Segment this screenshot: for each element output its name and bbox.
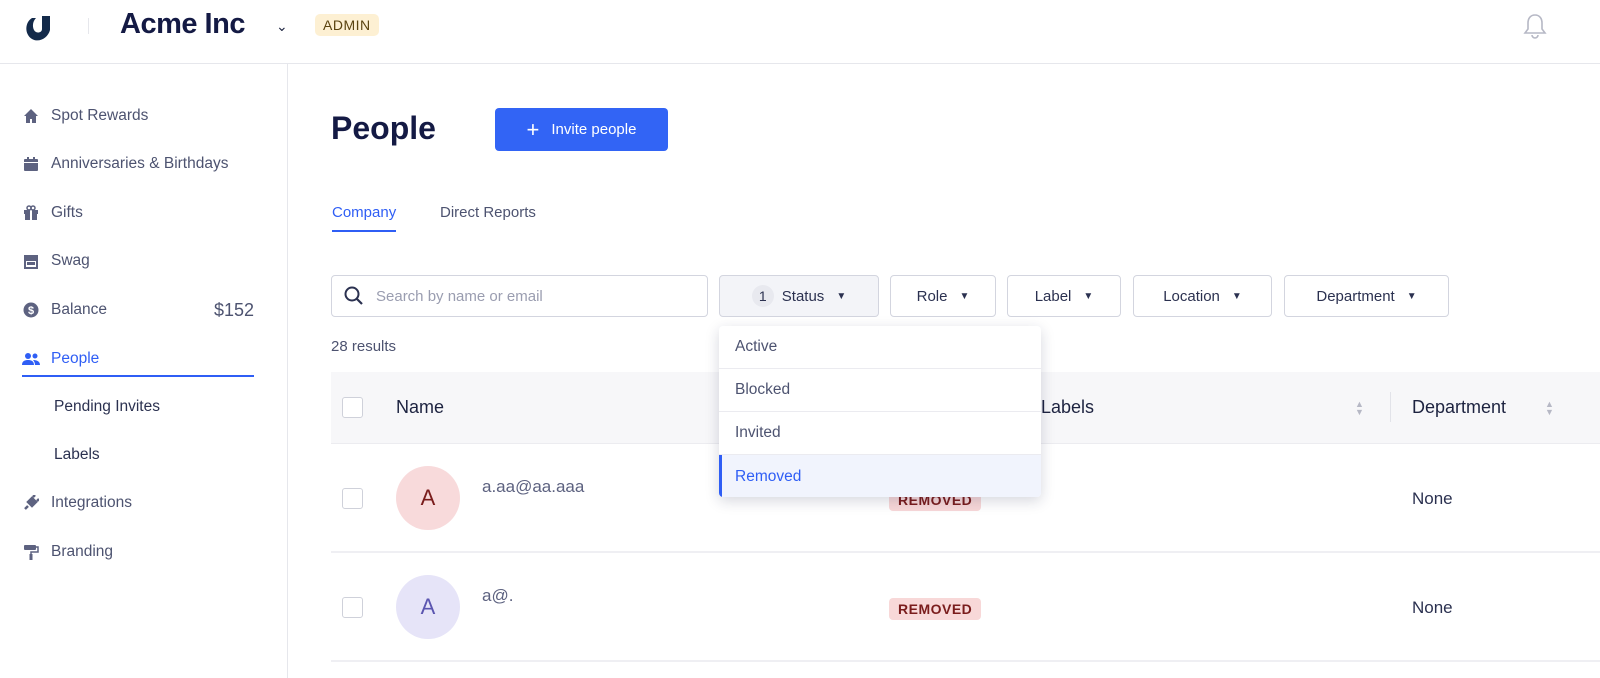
column-department[interactable]: Department bbox=[1412, 397, 1506, 418]
location-filter[interactable]: Location ▼ bbox=[1133, 275, 1272, 317]
label-filter-label: Label bbox=[1034, 287, 1072, 305]
sidebar-item-label: Integrations bbox=[51, 494, 132, 511]
caret-down-icon: ▼ bbox=[1083, 290, 1094, 302]
search-box[interactable] bbox=[331, 275, 708, 317]
select-all-checkbox[interactable] bbox=[342, 397, 363, 418]
sidebar-item-labels[interactable]: Labels bbox=[54, 440, 286, 470]
calendar-icon bbox=[22, 155, 40, 173]
sidebar-item-people[interactable]: People bbox=[22, 343, 254, 377]
sidebar-item-pending-invites[interactable]: Pending Invites bbox=[54, 392, 286, 422]
status-filter-label: Status bbox=[781, 287, 825, 305]
tab-company[interactable]: Company bbox=[332, 204, 397, 232]
results-count: 28 results bbox=[331, 338, 397, 355]
invite-people-button[interactable]: + Invite people bbox=[495, 108, 668, 151]
sidebar-item-spot-rewards[interactable]: Spot Rewards bbox=[22, 101, 254, 131]
status-filter[interactable]: 1 Status ▼ bbox=[719, 275, 879, 317]
plug-icon bbox=[22, 494, 40, 512]
location-filter-label: Location bbox=[1163, 287, 1220, 305]
sidebar-item-label: Spot Rewards bbox=[51, 107, 149, 124]
tab-direct-reports[interactable]: Direct Reports bbox=[440, 204, 536, 230]
label-filter[interactable]: Label ▼ bbox=[1007, 275, 1121, 317]
role-filter-label: Role bbox=[916, 287, 948, 305]
row-checkbox[interactable] bbox=[342, 597, 363, 618]
sidebar-item-label: Gifts bbox=[51, 204, 83, 221]
sidebar-item-branding[interactable]: Branding bbox=[22, 537, 254, 567]
gift-icon bbox=[22, 204, 40, 222]
status-option-invited[interactable]: Invited bbox=[719, 412, 1041, 455]
search-icon bbox=[344, 286, 363, 305]
row-checkbox[interactable] bbox=[342, 488, 363, 509]
role-badge: ADMIN bbox=[315, 14, 379, 36]
sort-icon[interactable]: ▲ ▼ bbox=[1545, 400, 1554, 417]
sort-icon[interactable]: ▲ ▼ bbox=[1355, 400, 1364, 417]
row-email: a@. bbox=[482, 586, 514, 605]
store-icon bbox=[22, 252, 40, 270]
row-department: None bbox=[1412, 489, 1453, 508]
dollar-icon: $ bbox=[22, 301, 40, 319]
row-department: None bbox=[1412, 598, 1453, 617]
column-labels[interactable]: Labels bbox=[1041, 397, 1094, 418]
column-name[interactable]: Name bbox=[396, 397, 444, 418]
column-divider bbox=[1390, 392, 1391, 422]
caret-down-icon: ▼ bbox=[1231, 290, 1242, 302]
bell-icon[interactable] bbox=[1522, 12, 1548, 40]
sidebar-item-integrations[interactable]: Integrations bbox=[22, 488, 254, 518]
sidebar-item-label: Pending Invites bbox=[54, 398, 160, 415]
avatar: A bbox=[396, 466, 460, 530]
status-badge: REMOVED bbox=[889, 598, 982, 620]
sidebar-item-balance[interactable]: $ Balance $152 bbox=[22, 295, 254, 325]
paint-roller-icon bbox=[22, 543, 40, 561]
status-option-blocked[interactable]: Blocked bbox=[719, 369, 1041, 412]
caret-down-icon: ▼ bbox=[836, 290, 847, 302]
search-input[interactable] bbox=[376, 287, 676, 305]
sidebar-item-label: Swag bbox=[51, 252, 90, 269]
sidebar-item-gifts[interactable]: Gifts bbox=[22, 198, 254, 228]
balance-amount: $152 bbox=[213, 299, 254, 320]
status-option-active[interactable]: Active bbox=[719, 326, 1041, 369]
sidebar-item-anniversaries[interactable]: Anniversaries & Birthdays bbox=[22, 149, 254, 179]
home-icon bbox=[22, 107, 40, 125]
header-divider bbox=[88, 18, 89, 34]
department-filter-label: Department bbox=[1316, 287, 1395, 305]
role-filter[interactable]: Role ▼ bbox=[890, 275, 996, 317]
sidebar-item-label: Branding bbox=[51, 543, 114, 560]
svg-text:$: $ bbox=[28, 305, 34, 317]
invite-people-label: Invite people bbox=[551, 121, 637, 138]
caret-down-icon: ▼ bbox=[1406, 290, 1417, 302]
sidebar-item-label: Labels bbox=[54, 446, 100, 463]
avatar: A bbox=[396, 575, 460, 639]
sidebar-item-label: Balance bbox=[51, 301, 108, 318]
company-logo-icon bbox=[26, 16, 50, 41]
sidebar-item-label: Anniversaries & Birthdays bbox=[51, 155, 229, 172]
company-name[interactable]: Acme Inc bbox=[120, 8, 245, 41]
status-filter-count: 1 bbox=[751, 285, 774, 307]
status-dropdown-menu: Active Blocked Invited Removed bbox=[719, 326, 1041, 497]
plus-icon: + bbox=[526, 116, 540, 142]
row-email: a.aa@aa.aaa bbox=[482, 477, 585, 496]
department-filter[interactable]: Department ▼ bbox=[1284, 275, 1449, 317]
caret-down-icon: ▼ bbox=[959, 290, 970, 302]
top-header: Acme Inc ⌄ ADMIN bbox=[0, 0, 1600, 64]
people-icon bbox=[22, 350, 40, 368]
page-title: People bbox=[331, 110, 436, 146]
chevron-down-icon[interactable]: ⌄ bbox=[276, 18, 288, 35]
sidebar: Spot Rewards Anniversaries & Birthdays G… bbox=[0, 64, 288, 678]
status-option-removed[interactable]: Removed bbox=[719, 455, 1041, 497]
sidebar-item-swag[interactable]: Swag bbox=[22, 246, 254, 276]
sidebar-item-label: People bbox=[51, 350, 100, 367]
